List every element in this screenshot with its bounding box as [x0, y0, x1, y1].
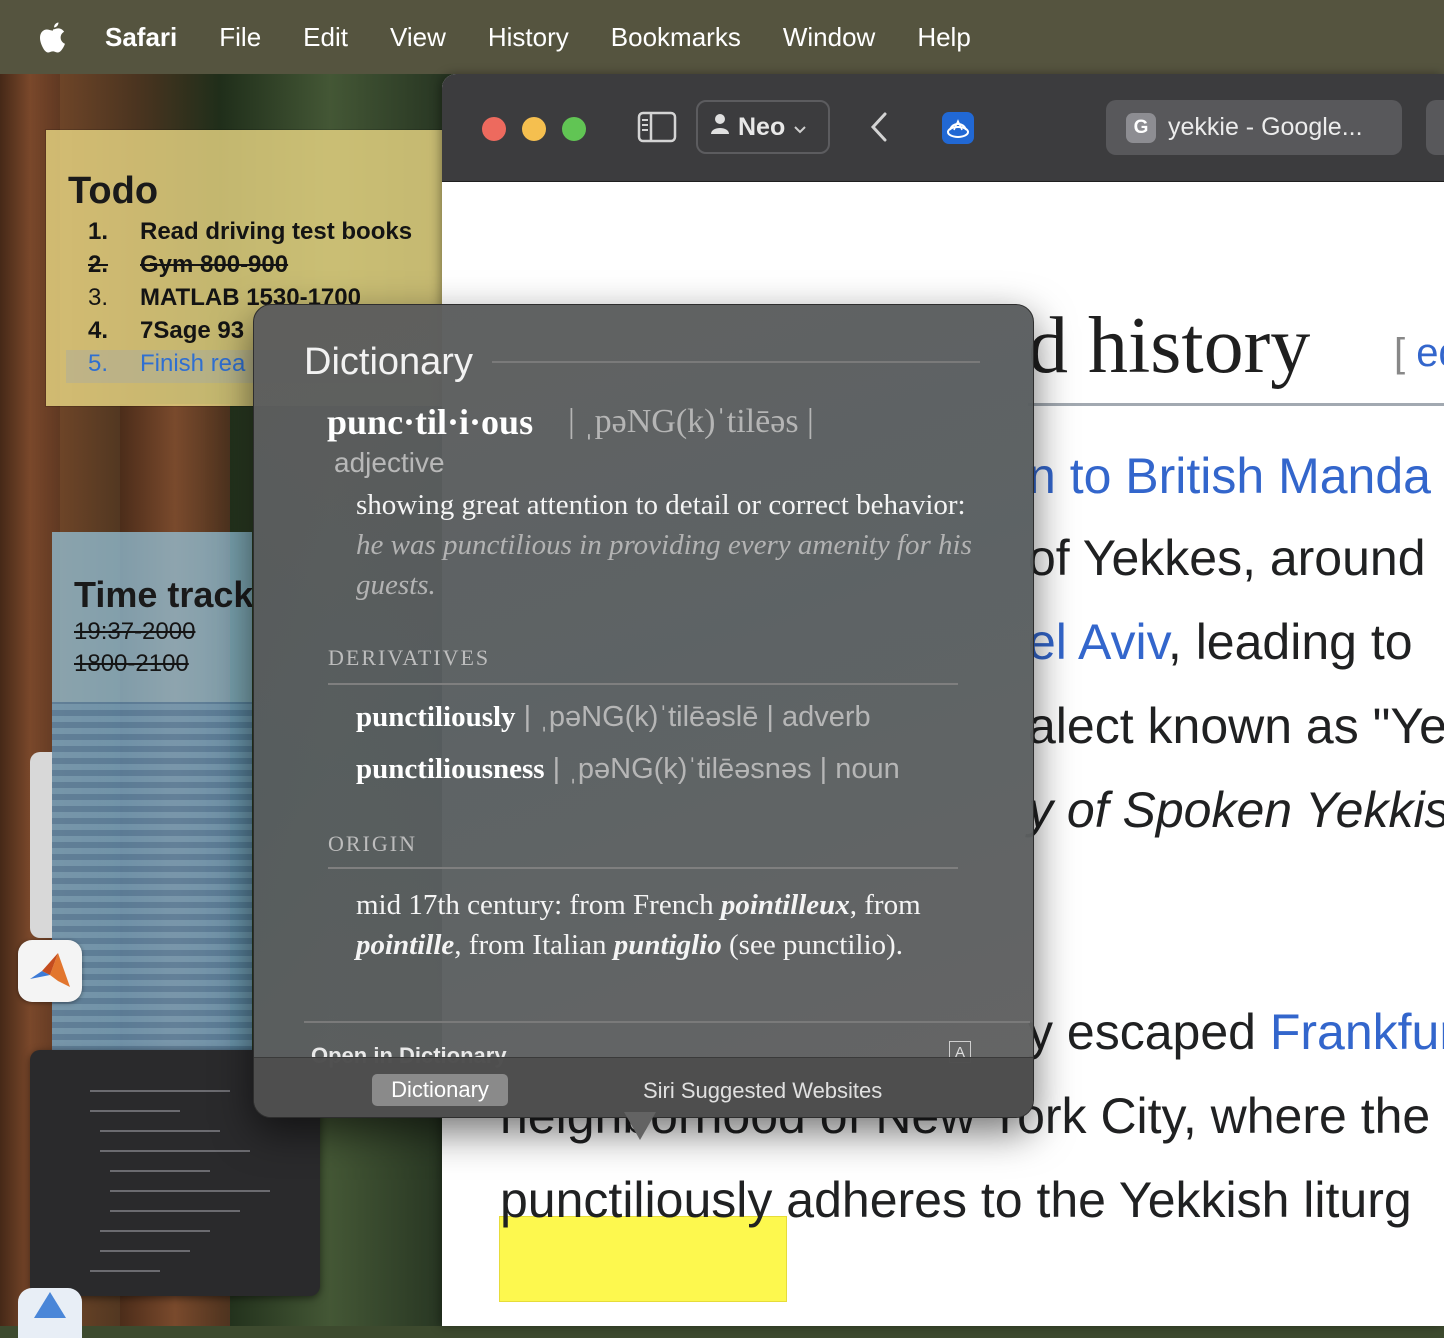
- matlab-app-icon[interactable]: [18, 940, 82, 1002]
- menu-file[interactable]: File: [219, 22, 261, 53]
- popover-tab-bar: Dictionary Siri Suggested Websites: [254, 1057, 1033, 1117]
- paragraph-line: y of Spoken Yekkis: [1028, 782, 1444, 838]
- app-icon[interactable]: [18, 1288, 82, 1338]
- divider: [328, 683, 958, 685]
- paragraph-line: y escaped Frankfur: [1028, 1003, 1444, 1061]
- paragraph-line: n to British Manda: [1028, 447, 1431, 505]
- edit-section-link[interactable]: [ ed: [1394, 331, 1444, 376]
- section-heading: d history: [1028, 302, 1311, 390]
- menu-view[interactable]: View: [390, 22, 446, 53]
- divider: [328, 867, 958, 869]
- tab-siri-suggested-websites[interactable]: Siri Suggested Websites: [643, 1078, 882, 1104]
- divider: [492, 361, 980, 363]
- highlighted-word[interactable]: punctiliously: [500, 1172, 772, 1228]
- dictionary-lookup-popover: Dictionary punc·til·i·ous | ˌpəNG(k)ˈtil…: [253, 304, 1034, 1118]
- time-entry: 19:37-2000: [74, 618, 196, 645]
- next-tab-edge[interactable]: [1426, 100, 1444, 155]
- minimize-window-button[interactable]: [522, 117, 546, 141]
- example-sentence: he was punctilious in providing every am…: [356, 529, 972, 601]
- wiki-link[interactable]: n to British Manda: [1028, 448, 1431, 504]
- paragraph-line: el Aviv, leading to: [1028, 614, 1413, 670]
- browser-tab[interactable]: G yekkie - Google...: [1106, 100, 1402, 155]
- origin-label: ORIGIN: [328, 831, 417, 856]
- time-entry: 1800-2100: [74, 650, 189, 677]
- tab-dictionary[interactable]: Dictionary: [372, 1074, 508, 1106]
- time-tracking-title: Time track: [74, 574, 252, 615]
- pronunciation: | ˌpəNG(k)ˈtilēəs |: [568, 403, 814, 440]
- zoom-window-button[interactable]: [562, 117, 586, 141]
- origin-text: mid 17th century: from French pointilleu…: [356, 889, 921, 961]
- sticky-background-image: [52, 702, 252, 1052]
- paragraph-line: punctiliously adheres to the Yekkish lit…: [500, 1172, 1412, 1228]
- google-favicon: G: [1126, 112, 1156, 143]
- time-tracking-sticky-note[interactable]: Time track 19:37-2000 1800-2100: [52, 532, 252, 1052]
- menu-history[interactable]: History: [488, 22, 569, 53]
- menu-help[interactable]: Help: [917, 22, 970, 53]
- looked-up-word-highlight: [500, 1217, 786, 1301]
- popover-pointer: [624, 1112, 656, 1140]
- divider: [304, 1021, 1030, 1023]
- profile-label: Neo: [738, 112, 786, 141]
- derivative-entry: punctiliousness | ˌpəNG(k)ˈtilēəsnəs | n…: [356, 753, 900, 785]
- headword: punc·til·i·ous: [327, 402, 534, 442]
- todo-item[interactable]: 2. Gym 800-900: [88, 251, 412, 284]
- paragraph-line: of Yekkes, around: [1028, 530, 1426, 586]
- part-of-speech: adjective: [334, 447, 445, 478]
- definition: showing great attention to detail or cor…: [356, 489, 972, 601]
- derivative-entry: punctiliously | ˌpəNG(k)ˈtilēəslē | adve…: [356, 701, 871, 733]
- back-button-icon[interactable]: [868, 110, 890, 144]
- person-icon: [710, 112, 730, 143]
- menu-bar: Safari File Edit View History Bookmarks …: [0, 0, 1444, 74]
- derivatives-label: DERIVATIVES: [328, 645, 491, 670]
- paragraph-line: alect known as "Yel: [1028, 698, 1444, 754]
- chevron-down-icon: [793, 113, 807, 142]
- apple-menu-icon[interactable]: [0, 20, 105, 54]
- window-edge: [30, 752, 52, 938]
- menu-window[interactable]: Window: [783, 22, 875, 53]
- close-window-button[interactable]: [482, 117, 506, 141]
- extension-icon[interactable]: [942, 112, 974, 144]
- tab-title: yekkie - Google...: [1168, 113, 1363, 141]
- menu-bookmarks[interactable]: Bookmarks: [611, 22, 741, 53]
- menu-safari[interactable]: Safari: [105, 22, 177, 53]
- dictionary-section-title: Dictionary: [304, 341, 473, 383]
- todo-title: Todo: [68, 170, 159, 212]
- safari-toolbar: Neo G yekkie - Google...: [442, 74, 1444, 182]
- profile-button[interactable]: Neo: [696, 100, 830, 154]
- wiki-link[interactable]: Frankfur: [1270, 1004, 1444, 1060]
- sidebar-toggle-icon[interactable]: [637, 110, 677, 144]
- wiki-link[interactable]: el Aviv: [1028, 614, 1168, 670]
- todo-item[interactable]: 1. Read driving test books: [88, 218, 412, 251]
- heading-underline: [1028, 403, 1444, 406]
- menu-edit[interactable]: Edit: [303, 22, 348, 53]
